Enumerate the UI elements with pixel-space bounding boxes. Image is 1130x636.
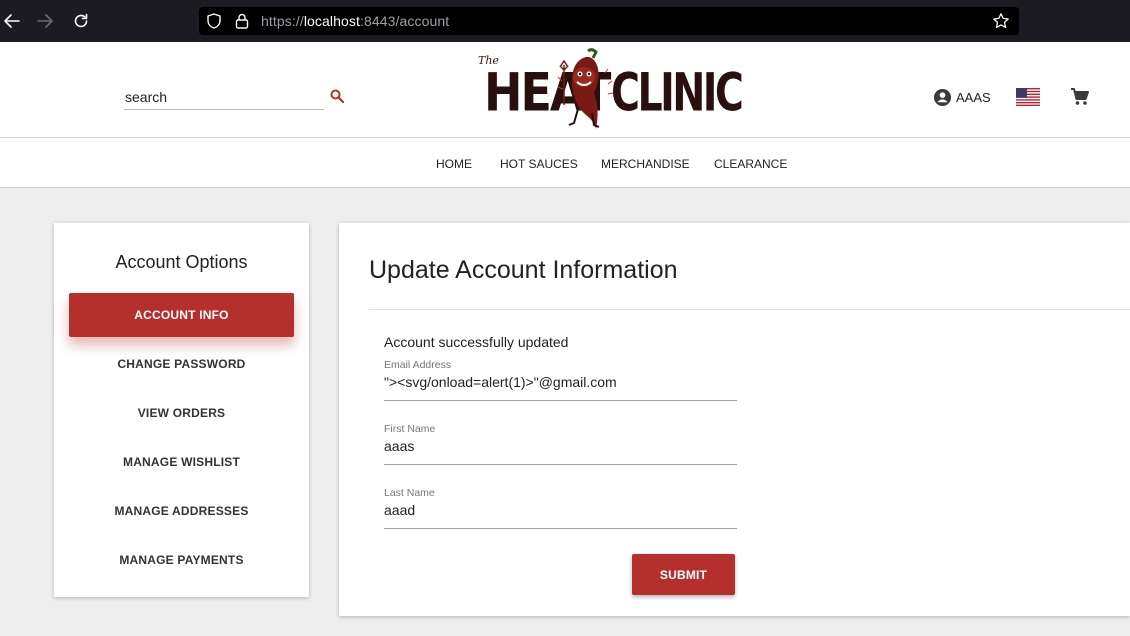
account-menu[interactable]: AAAS xyxy=(933,88,991,107)
url-text[interactable]: https://localhost:8443/account xyxy=(261,13,449,29)
reload-icon[interactable] xyxy=(69,9,93,33)
logo-clinic-text: CLINIC xyxy=(611,61,744,124)
sidebar-item-account-info[interactable]: ACCOUNT INFO xyxy=(69,293,294,337)
heat-clinic-logo[interactable]: The HEAT CLINIC xyxy=(478,47,744,133)
sidebar-item-manage-addresses[interactable]: MANAGE ADDRESSES xyxy=(69,489,294,533)
sidebar-item-view-orders[interactable]: VIEW ORDERS xyxy=(69,391,294,435)
main-navigation: HOME HOT SAUCES MERCHANDISE CLEARANCE xyxy=(0,138,1130,188)
lock-icon[interactable] xyxy=(233,12,251,35)
search-icon[interactable] xyxy=(330,89,346,105)
first-name-field[interactable]: First Name xyxy=(384,423,737,465)
last-name-field[interactable]: Last Name xyxy=(384,487,737,529)
nav-merchandise[interactable]: MERCHANDISE xyxy=(601,157,690,171)
url-host: localhost xyxy=(303,13,360,29)
url-scheme: https:// xyxy=(261,13,304,29)
site-header: The HEAT CLINIC AAAS xyxy=(0,42,1130,138)
nav-hot-sauces[interactable]: HOT SAUCES xyxy=(500,157,578,171)
shield-icon[interactable] xyxy=(205,12,223,35)
account-name[interactable]: AAAS xyxy=(956,90,991,105)
last-name-input[interactable] xyxy=(384,500,737,520)
update-account-panel: Update Account Information Account succe… xyxy=(339,223,1130,616)
us-flag-icon[interactable] xyxy=(1016,88,1040,106)
nav-clearance[interactable]: CLEARANCE xyxy=(714,157,787,171)
search-input[interactable] xyxy=(124,86,314,108)
account-options-panel: Account Options ACCOUNT INFO CHANGE PASS… xyxy=(54,223,309,597)
success-message: Account successfully updated xyxy=(384,334,569,350)
sidebar-item-manage-wishlist[interactable]: MANAGE WISHLIST xyxy=(69,440,294,484)
account-options-title: Account Options xyxy=(115,252,248,272)
submit-button[interactable]: SUBMIT xyxy=(632,554,735,595)
pepper-mascot-icon xyxy=(557,48,614,129)
back-arrow-icon[interactable] xyxy=(0,9,24,33)
email-input[interactable] xyxy=(384,372,737,392)
cart-icon[interactable] xyxy=(1070,87,1090,107)
page-title: Update Account Information xyxy=(369,256,678,284)
email-label: Email Address xyxy=(384,359,452,371)
sidebar-item-manage-payments[interactable]: MANAGE PAYMENTS xyxy=(69,538,294,582)
email-field[interactable]: Email Address xyxy=(384,359,737,401)
star-icon[interactable] xyxy=(992,12,1010,35)
first-name-input[interactable] xyxy=(384,436,737,456)
first-name-label: First Name xyxy=(384,423,436,435)
title-divider xyxy=(369,309,1130,310)
nav-home[interactable]: HOME xyxy=(436,157,472,171)
browser-toolbar: https://localhost:8443/account xyxy=(0,0,1130,42)
account-circle-icon xyxy=(933,88,952,107)
url-path: :8443/account xyxy=(359,13,450,29)
last-name-label: Last Name xyxy=(384,487,435,499)
sidebar-item-change-password[interactable]: CHANGE PASSWORD xyxy=(69,342,294,386)
forward-arrow-icon[interactable] xyxy=(33,9,57,33)
address-bar[interactable]: https://localhost:8443/account xyxy=(199,7,1019,35)
search-field[interactable] xyxy=(124,86,324,110)
